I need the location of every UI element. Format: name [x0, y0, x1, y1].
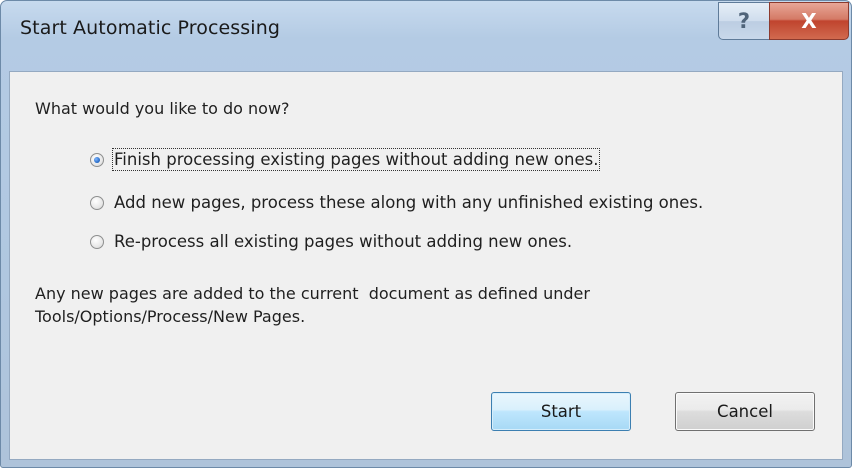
close-icon: X [801, 9, 817, 33]
info-text-line-2: Tools/Options/Process/New Pages. [35, 307, 306, 326]
info-text-line-1: Any new pages are added to the current d… [35, 284, 590, 303]
help-button[interactable]: ? [718, 2, 770, 40]
option-finish-processing[interactable]: Finish processing existing pages without… [90, 148, 601, 171]
start-button[interactable]: Start [491, 392, 631, 431]
radio-finish-processing[interactable] [90, 152, 104, 167]
prompt-text: What would you like to do now? [35, 99, 290, 118]
option-add-new-pages[interactable]: Add new pages, process these along with … [90, 193, 703, 212]
dialog-window: Start Automatic Processing ? X What woul… [0, 0, 852, 468]
cancel-button[interactable]: Cancel [675, 392, 815, 431]
option-reprocess-all-label[interactable]: Re-process all existing pages without ad… [114, 232, 572, 251]
radio-reprocess-all[interactable] [90, 234, 104, 249]
help-icon: ? [737, 9, 751, 33]
dialog-content: What would you like to do now? Finish pr… [9, 71, 843, 460]
window-title: Start Automatic Processing [20, 17, 280, 39]
title-bar[interactable]: Start Automatic Processing ? X [1, 1, 851, 71]
radio-add-new-pages[interactable] [90, 195, 104, 210]
close-button[interactable]: X [769, 2, 849, 40]
option-finish-processing-label[interactable]: Finish processing existing pages without… [111, 148, 601, 171]
info-text: Any new pages are added to the current d… [35, 282, 735, 328]
option-add-new-pages-label[interactable]: Add new pages, process these along with … [114, 193, 703, 212]
option-reprocess-all[interactable]: Re-process all existing pages without ad… [90, 232, 572, 251]
